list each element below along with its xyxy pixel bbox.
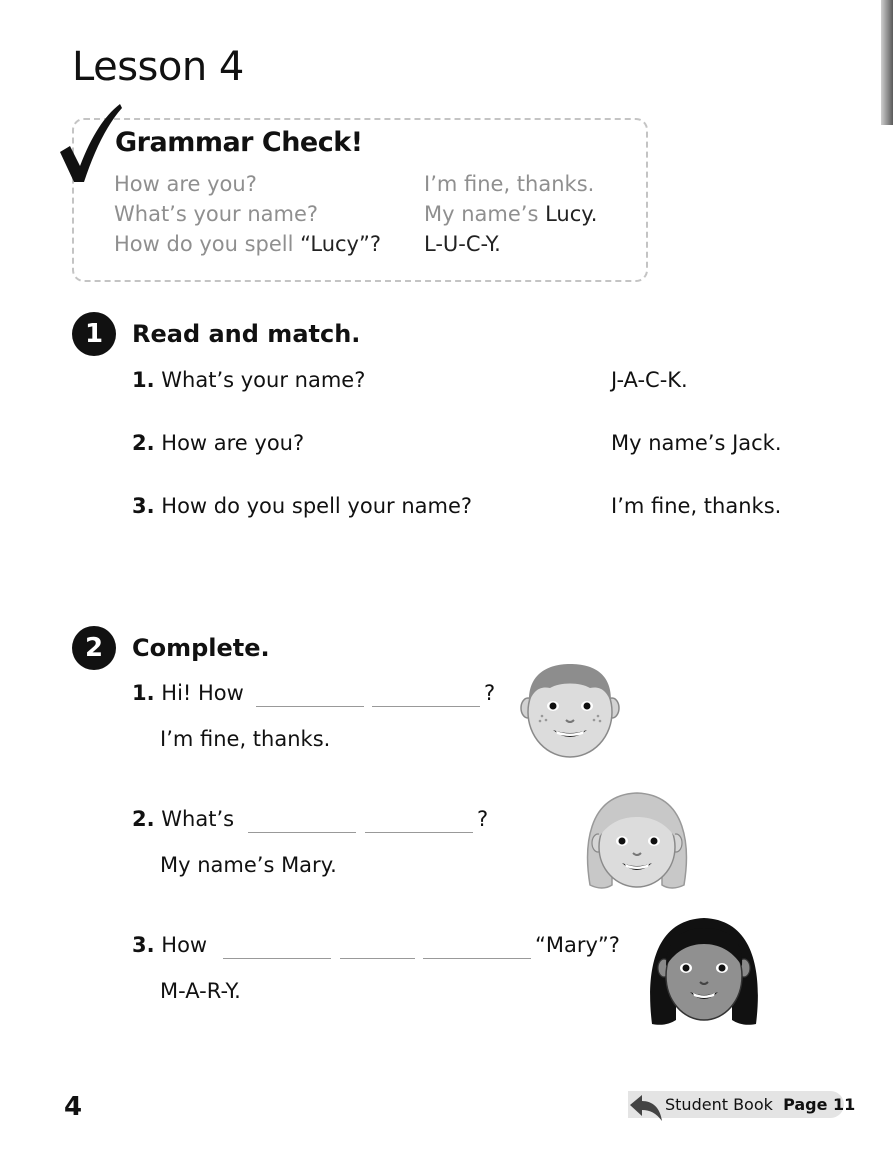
grammar-answer-1: I’m fine, thanks. — [424, 172, 595, 196]
match-answer-1[interactable]: J-A-C-K. — [611, 368, 688, 392]
exercise-1-title: Read and match. — [132, 320, 361, 348]
complete-item-1: 1. Hi! How — [132, 681, 244, 705]
blank-1b[interactable] — [372, 705, 480, 707]
blank-3c[interactable] — [423, 957, 531, 959]
complete-item-1-suffix: ? — [484, 681, 496, 705]
complete-item-3-answer: M-A-R-Y. — [160, 979, 241, 1003]
page-number: 4 — [64, 1092, 83, 1122]
complete-item-1-answer: I’m fine, thanks. — [160, 727, 331, 751]
grammar-answer-2: My name’s Lucy. — [424, 202, 598, 226]
complete-item-3-suffix: “Mary”? — [535, 933, 620, 957]
blank-3a[interactable] — [223, 957, 331, 959]
lesson-title: Lesson 4 — [72, 44, 244, 90]
return-arrow-icon — [630, 1095, 662, 1121]
girl-face-illustration — [586, 792, 688, 889]
exercise-1-number: 1 — [72, 312, 116, 356]
blank-3b[interactable] — [340, 957, 415, 959]
match-question-3: 3. How do you spell your name? — [132, 494, 473, 518]
grammar-question-3: How do you spell “Lucy”? — [114, 232, 382, 256]
grammar-answer-3: L-U-C-Y. — [424, 232, 501, 256]
complete-item-2-suffix: ? — [477, 807, 489, 831]
grammar-question-1: How are you? — [114, 172, 257, 196]
match-question-2: 2. How are you? — [132, 431, 305, 455]
blank-2a[interactable] — [248, 831, 356, 833]
boy-face-illustration — [520, 664, 620, 758]
match-question-1: 1. What’s your name? — [132, 368, 366, 392]
exercise-2-title: Complete. — [132, 634, 270, 662]
complete-item-3: 3. How — [132, 933, 208, 957]
dark-haired-girl-face-illustration — [650, 918, 758, 1025]
complete-item-2: 2. What’s — [132, 807, 235, 831]
match-answer-3[interactable]: I’m fine, thanks. — [611, 494, 781, 518]
page-edge-shading — [881, 0, 893, 125]
complete-item-2-answer: My name’s Mary. — [160, 853, 337, 877]
student-book-reference[interactable]: Student Book Page 11 — [665, 1095, 855, 1114]
grammar-question-2: What’s your name? — [114, 202, 319, 226]
blank-2b[interactable] — [365, 831, 473, 833]
blank-1a[interactable] — [256, 705, 364, 707]
match-answer-2[interactable]: My name’s Jack. — [611, 431, 782, 455]
exercise-2-number: 2 — [72, 626, 116, 670]
grammar-check-title: Grammar Check! — [115, 127, 363, 158]
